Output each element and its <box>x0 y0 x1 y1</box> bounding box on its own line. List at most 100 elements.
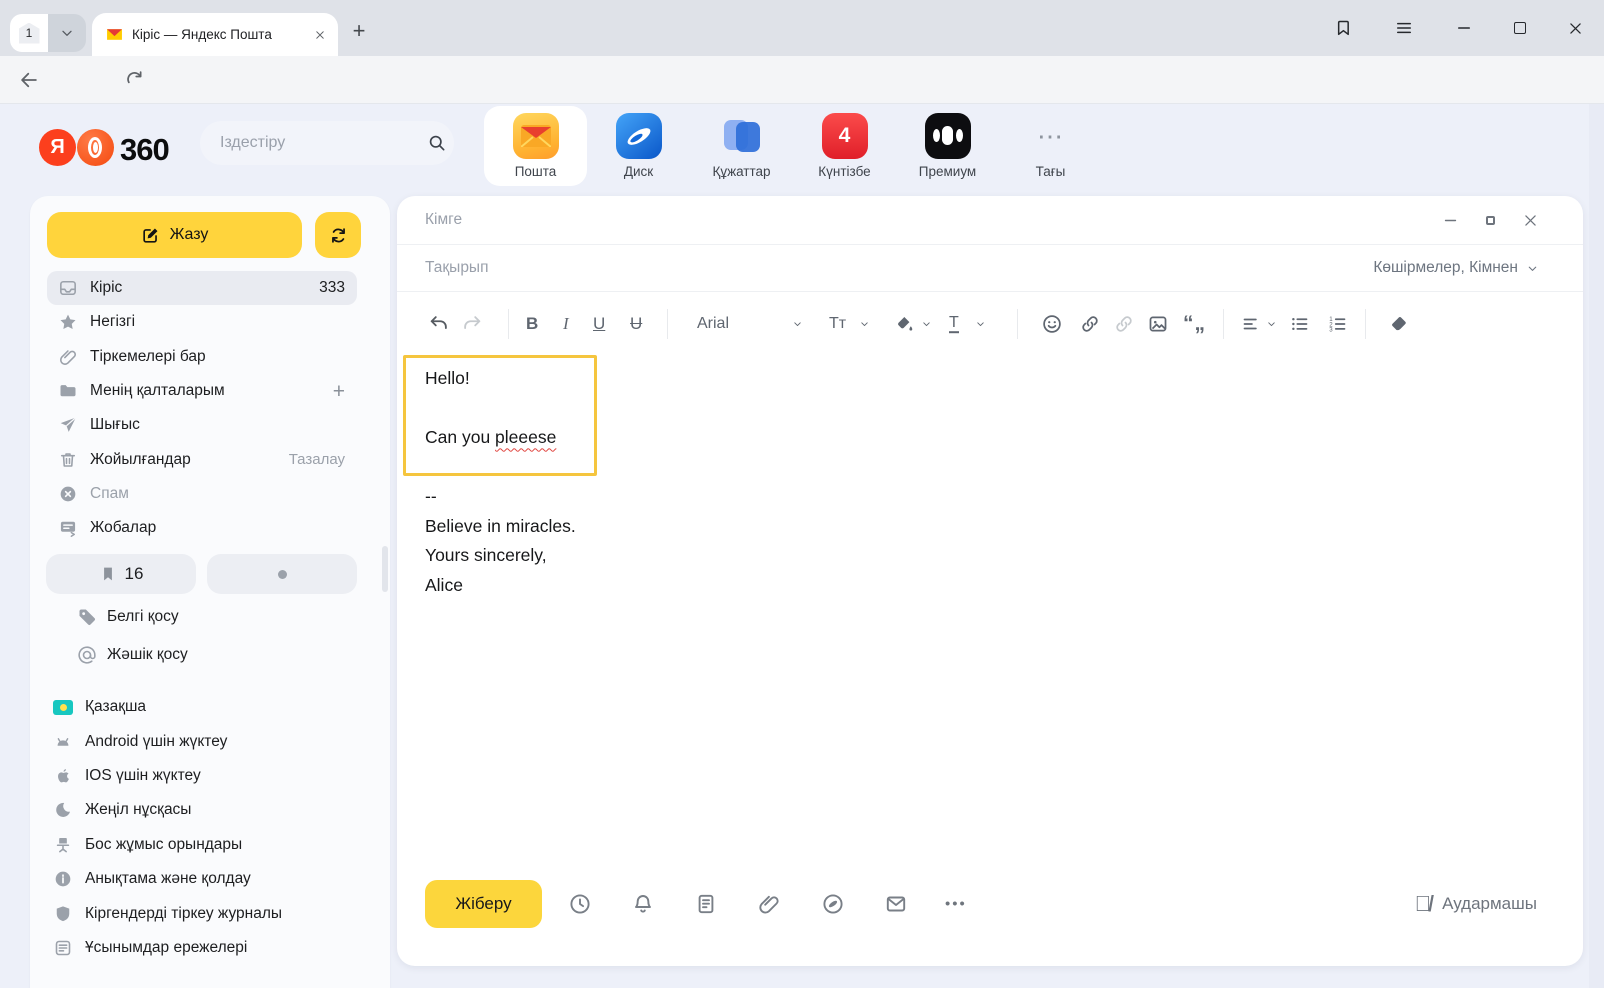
font-family-select[interactable]: Arial <box>697 315 729 333</box>
insert-image-icon[interactable] <box>1147 313 1169 335</box>
app-disk[interactable]: Диск <box>587 106 690 186</box>
sidebar-item-trash[interactable]: Жойылғандар Тазалау <box>47 442 357 476</box>
font-family-chevron-icon[interactable] <box>792 318 803 329</box>
sidebar-item-drafts[interactable]: Жобалар <box>47 511 357 545</box>
paperclip-icon <box>58 347 78 367</box>
undo-icon[interactable] <box>428 313 450 335</box>
sidebar-item-with-attachments[interactable]: Тіркемелері бар <box>47 340 357 374</box>
italic-button[interactable]: I <box>563 314 569 334</box>
cc-from-toggle[interactable]: Көшірмелер, Кімнен <box>1373 259 1539 277</box>
translator-toggle[interactable]: あ̸ Аудармашы <box>1415 891 1537 917</box>
add-folder-button[interactable]: + <box>333 381 345 402</box>
tab-list-chevron-button[interactable] <box>48 14 86 52</box>
mail-app-icon <box>513 113 559 159</box>
window-maximize-icon[interactable] <box>1514 22 1526 34</box>
attach-from-disk-icon[interactable] <box>821 892 845 916</box>
dot-tag-pill[interactable] <box>207 554 357 594</box>
subject-input[interactable] <box>425 259 1373 277</box>
font-size-select[interactable]: Tт <box>829 315 846 333</box>
blockquote-icon[interactable]: “„ <box>1183 312 1206 336</box>
side-panel-icon[interactable] <box>1333 18 1353 38</box>
app-documents[interactable]: Құжаттар <box>690 106 793 186</box>
language-item[interactable]: Қазақша <box>47 690 367 724</box>
mail-favicon-icon <box>106 26 123 43</box>
app-calendar[interactable]: 4 Күнтізбе <box>793 106 896 186</box>
schedule-send-clock-icon[interactable] <box>568 892 592 916</box>
new-tab-button[interactable]: + <box>344 16 374 46</box>
app-premium[interactable]: Премиум <box>896 106 999 186</box>
compose-restore-icon[interactable] <box>1486 216 1495 225</box>
search-input[interactable] <box>220 134 427 152</box>
send-button[interactable]: Жіберу <box>425 880 542 928</box>
add-mailbox-button[interactable]: Жәшік қосу <box>47 636 357 674</box>
light-version-item[interactable]: Жеңіл нұсқасы <box>47 793 367 827</box>
reload-icon[interactable] <box>124 69 145 90</box>
sidebar-item-inbox[interactable]: Кіріс 333 <box>47 271 357 305</box>
refresh-icon <box>329 226 348 245</box>
text-color-button[interactable]: T <box>949 314 959 334</box>
compose-minimize-icon[interactable] <box>1442 212 1459 229</box>
sidebar-item-sent[interactable]: Шығыс <box>47 408 357 442</box>
sidebar-item-my-folders[interactable]: Менің қалталарым + <box>47 374 357 408</box>
logo-360-text[interactable]: 360 <box>120 132 169 168</box>
insert-link-icon[interactable] <box>1079 313 1101 335</box>
align-chevron-icon[interactable] <box>1266 318 1277 329</box>
sidebar-item-important[interactable]: Негізгі <box>47 305 357 339</box>
bullet-list-icon[interactable] <box>1289 313 1310 334</box>
highlight-color-chevron-icon[interactable] <box>921 318 932 329</box>
bookmarks-pill[interactable]: 16 <box>46 554 196 594</box>
add-label-button[interactable]: Белгі қосу <box>47 598 357 636</box>
to-input[interactable] <box>425 211 1442 229</box>
footer-label: IOS үшін жүктеу <box>85 767 367 785</box>
help-support-item[interactable]: Анықтама және қолдау <box>47 862 367 896</box>
refresh-button[interactable] <box>315 212 361 258</box>
sidebar-scrollbar[interactable] <box>382 546 388 592</box>
download-ios-item[interactable]: IOS үшін жүктеу <box>47 759 367 793</box>
more-apps-icon: ⋯ <box>1028 113 1074 159</box>
search-bar[interactable] <box>200 121 454 165</box>
yandex-360-logo-icon[interactable] <box>77 129 114 166</box>
message-body[interactable]: Hello! Can you pleeese -- Believe in mir… <box>425 364 576 600</box>
recommendation-rules-item[interactable]: Ұсынымдар ережелері <box>47 931 367 965</box>
numbered-list-icon[interactable] <box>1327 313 1348 334</box>
empty-trash-button[interactable]: Тазалау <box>289 451 345 468</box>
search-icon[interactable] <box>427 133 447 153</box>
compose-close-icon[interactable] <box>1522 212 1539 229</box>
page-scrollbar[interactable] <box>1589 104 1604 988</box>
bold-button[interactable]: B <box>526 314 538 334</box>
active-tab[interactable]: Кіріс — Яндекс Пошта <box>92 13 338 56</box>
remove-link-icon[interactable] <box>1113 313 1135 335</box>
redo-icon[interactable] <box>461 313 483 335</box>
emoji-icon[interactable] <box>1041 313 1063 335</box>
underline-button[interactable]: U <box>593 314 605 334</box>
text-color-chevron-icon[interactable] <box>975 318 986 329</box>
attach-file-paperclip-icon[interactable] <box>757 892 781 916</box>
login-journal-item[interactable]: Кіргендерді тіркеу журналы <box>47 896 367 930</box>
back-icon[interactable] <box>18 69 40 91</box>
strikethrough-button[interactable]: U <box>630 314 642 334</box>
signature-line: Yours sincerely, <box>425 541 576 571</box>
font-size-chevron-icon[interactable] <box>859 318 870 329</box>
window-close-icon[interactable] <box>1567 20 1584 37</box>
app-mail[interactable]: Пошта <box>484 106 587 186</box>
compose-button[interactable]: Жазу <box>47 212 302 258</box>
notify-bell-icon[interactable] <box>631 892 655 916</box>
more-options-icon[interactable]: ••• <box>945 896 967 913</box>
menu-hamburger-icon[interactable] <box>1394 18 1414 38</box>
attach-from-mail-icon[interactable] <box>884 892 908 916</box>
app-label: Пошта <box>515 164 557 179</box>
align-icon[interactable] <box>1241 313 1262 334</box>
download-android-item[interactable]: Android үшін жүктеу <box>47 724 367 758</box>
highlight-color-icon[interactable] <box>895 314 914 333</box>
template-icon[interactable] <box>694 892 718 916</box>
yandex-logo-icon[interactable]: Я <box>39 129 76 166</box>
tab-counter-button[interactable]: 1 <box>10 14 48 52</box>
folder-label: Жойылғандар <box>90 451 277 469</box>
clear-formatting-eraser-icon[interactable] <box>1389 314 1409 334</box>
vacancies-item[interactable]: Бос жұмыс орындары <box>47 828 367 862</box>
sidebar-item-spam[interactable]: Спам <box>47 477 357 511</box>
window-minimize-icon[interactable] <box>1455 19 1473 37</box>
app-more[interactable]: ⋯ Тағы <box>999 106 1102 186</box>
tab-strip: 1 Кіріс — Яндекс Пошта + <box>0 0 1604 56</box>
tab-close-icon[interactable] <box>314 29 326 41</box>
